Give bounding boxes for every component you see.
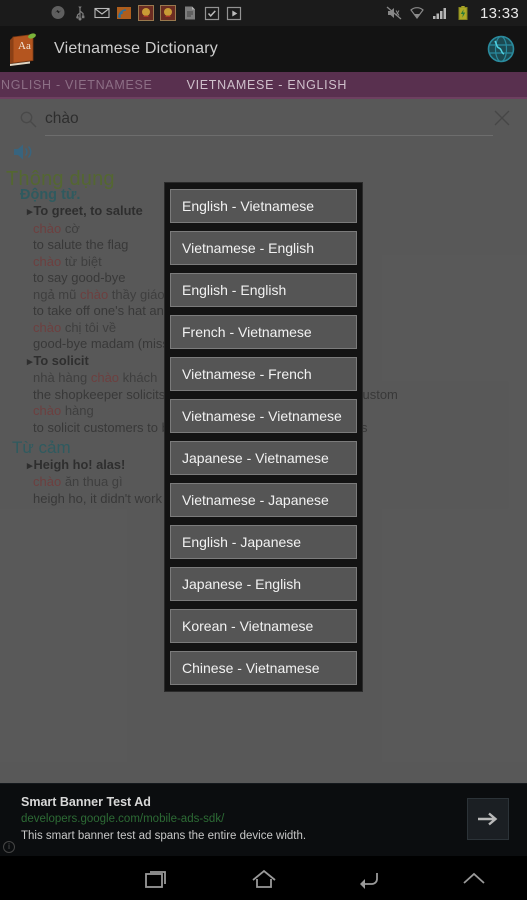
- expand-button[interactable]: [422, 858, 527, 900]
- dialog-item-french-vietnamese[interactable]: French - Vietnamese: [170, 315, 357, 349]
- feed-icon: [117, 7, 131, 19]
- ad-description: This smart banner test ad spans the enti…: [21, 830, 307, 842]
- wifi-icon: [410, 7, 424, 19]
- recents-button[interactable]: [105, 858, 210, 900]
- signal-icon: [432, 8, 446, 19]
- gmail-icon: [94, 7, 110, 19]
- recents-icon: [145, 871, 167, 888]
- status-bar-notifications: [0, 5, 242, 21]
- dialog-item-chinese-vietnamese[interactable]: Chinese - Vietnamese: [170, 651, 357, 685]
- status-bar-system-icons: 13:33: [386, 5, 527, 22]
- ad-cta-button[interactable]: [467, 798, 509, 840]
- ad-title: Smart Banner Test Ad: [21, 795, 151, 809]
- dialog-item-japanese-vietnamese[interactable]: Japanese - Vietnamese: [170, 441, 357, 475]
- dialog-item-english-japanese[interactable]: English - Japanese: [170, 525, 357, 559]
- game1-icon: [138, 5, 154, 21]
- ad-url: developers.google.com/mobile-ads-sdk/: [21, 813, 225, 825]
- dialog-item-english-english[interactable]: English - English: [170, 273, 357, 307]
- globe-icon[interactable]: [486, 34, 516, 64]
- arrow-right-icon: [478, 812, 498, 826]
- tab-english-vietnamese[interactable]: ENGLISH - VIETNAMESE: [0, 78, 153, 92]
- mute-icon: [386, 6, 402, 20]
- status-bar-clock: 13:33: [479, 4, 519, 22]
- usb-icon: [76, 6, 85, 21]
- ad-info-icon[interactable]: i: [3, 841, 15, 853]
- game2-icon: [160, 5, 176, 21]
- status-bar: 13:33: [0, 0, 527, 26]
- messenger-icon: [51, 6, 65, 19]
- play-store-icon: [226, 6, 242, 21]
- dialog-item-english-vietnamese[interactable]: English - Vietnamese: [170, 189, 357, 223]
- action-bar: Aa Vietnamese Dictionary: [0, 26, 527, 72]
- dialog-item-vietnamese-vietnamese[interactable]: Vietnamese - Vietnamese: [170, 399, 357, 433]
- chevron-up-icon: [463, 872, 485, 884]
- dialog-item-vietnamese-french[interactable]: Vietnamese - French: [170, 357, 357, 391]
- svg-text:Aa: Aa: [18, 40, 31, 52]
- ad-banner[interactable]: Smart Banner Test Ad developers.google.c…: [0, 783, 527, 856]
- battery-charging-icon: [458, 6, 468, 20]
- dictionary-selector-dialog: English - Vietnamese Vietnamese - Englis…: [164, 182, 363, 692]
- back-icon: [359, 873, 378, 889]
- dictionary-book-icon: Aa: [10, 33, 36, 66]
- tab-vietnamese-english[interactable]: VIETNAMESE - ENGLISH: [187, 78, 348, 92]
- home-icon: [251, 869, 276, 888]
- checkbox-app-icon: [204, 6, 220, 21]
- dialog-item-japanese-english[interactable]: Japanese - English: [170, 567, 357, 601]
- dialog-item-vietnamese-english[interactable]: Vietnamese - English: [170, 231, 357, 265]
- tab-bar: ENGLISH - VIETNAMESE VIETNAMESE - ENGLIS…: [0, 72, 527, 99]
- home-button[interactable]: [211, 858, 316, 900]
- file-icon: [185, 6, 195, 20]
- dialog-item-vietnamese-japanese[interactable]: Vietnamese - Japanese: [170, 483, 357, 517]
- back-button[interactable]: [316, 858, 421, 900]
- page-title: Vietnamese Dictionary: [54, 40, 218, 57]
- dialog-item-korean-vietnamese[interactable]: Korean - Vietnamese: [170, 609, 357, 643]
- navigation-bar: [0, 858, 527, 900]
